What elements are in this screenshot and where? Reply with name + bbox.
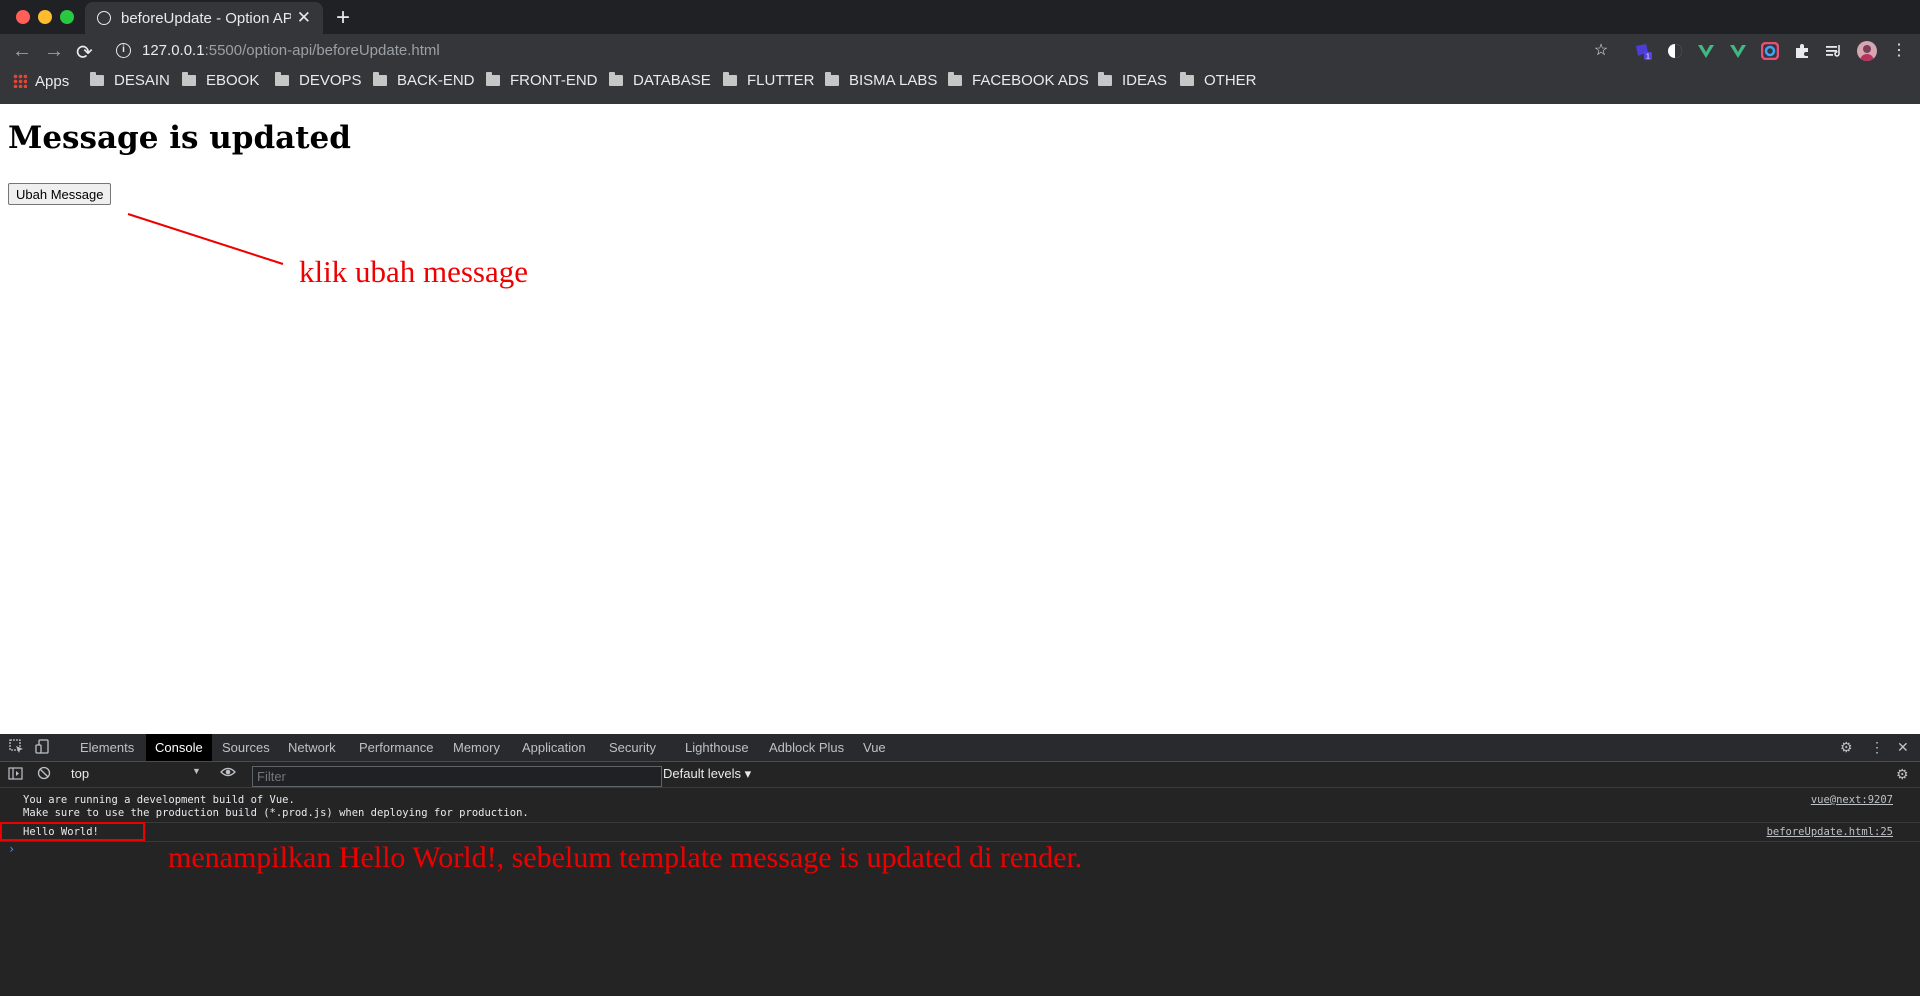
console-filter-input[interactable] bbox=[252, 766, 662, 787]
console-source-link[interactable]: vue@next:9207 bbox=[1811, 794, 1893, 806]
annotation-line bbox=[127, 213, 284, 265]
sidebar-toggle-icon[interactable] bbox=[8, 767, 23, 783]
devtools-tab-bar: Elements Console Sources Network Perform… bbox=[0, 734, 1920, 762]
console-annotation: menampilkan Hello World!, sebelum templa… bbox=[168, 841, 1083, 874]
gear-icon[interactable]: ⚙ bbox=[1840, 739, 1853, 756]
tab-elements[interactable]: Elements bbox=[71, 734, 143, 761]
tab-network[interactable]: Network bbox=[279, 734, 345, 761]
tab-memory[interactable]: Memory bbox=[444, 734, 509, 761]
console-message-text: You are running a development build of V… bbox=[23, 794, 529, 819]
more-options-icon[interactable]: ⋮ bbox=[1870, 739, 1884, 756]
console-source-link[interactable]: beforeUpdate.html:25 bbox=[1767, 826, 1893, 838]
device-toolbar-icon[interactable] bbox=[35, 739, 50, 757]
tab-lighthouse[interactable]: Lighthouse bbox=[676, 734, 758, 761]
highlight-box bbox=[0, 822, 145, 841]
tab-console[interactable]: Console bbox=[146, 734, 212, 761]
console-divider bbox=[0, 822, 1920, 823]
chevron-down-icon: ▼ bbox=[192, 766, 201, 776]
inspect-element-icon[interactable] bbox=[9, 739, 24, 757]
tab-adblock-plus[interactable]: Adblock Plus bbox=[760, 734, 853, 761]
context-select[interactable]: top bbox=[71, 766, 201, 781]
log-levels-dropdown[interactable]: Default levels ▾ bbox=[663, 766, 751, 782]
console-message: Hello World! beforeUpdate.html:25 bbox=[0, 826, 1920, 840]
console-toolbar: top ▼ Default levels ▾ ⚙ bbox=[0, 762, 1920, 788]
devtools-panel: Elements Console Sources Network Perform… bbox=[0, 734, 1920, 996]
button-annotation: klik ubah message bbox=[299, 254, 529, 289]
tab-security[interactable]: Security bbox=[600, 734, 665, 761]
eye-icon[interactable] bbox=[220, 765, 236, 782]
console-settings-gear-icon[interactable]: ⚙ bbox=[1896, 766, 1909, 783]
tab-performance[interactable]: Performance bbox=[350, 734, 442, 761]
clear-console-icon[interactable] bbox=[37, 766, 51, 783]
tab-sources[interactable]: Sources bbox=[213, 734, 279, 761]
console-message: You are running a development build of V… bbox=[0, 794, 1920, 820]
close-icon[interactable]: ✕ bbox=[1897, 739, 1909, 756]
console-prompt[interactable]: › bbox=[8, 842, 15, 856]
tab-vue[interactable]: Vue bbox=[854, 734, 895, 761]
tab-application[interactable]: Application bbox=[513, 734, 595, 761]
